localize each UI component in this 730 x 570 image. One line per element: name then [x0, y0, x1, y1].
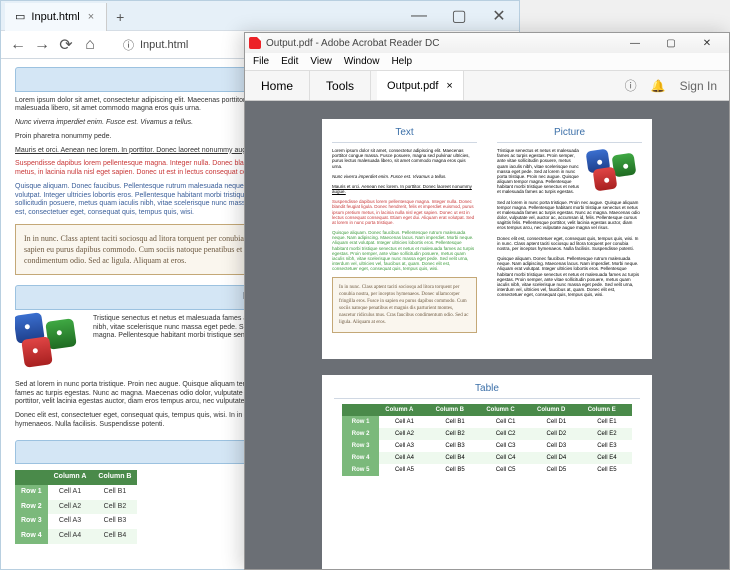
paragraph: Quisque aliquam. Donec faucibus. Pellent…	[497, 256, 642, 297]
pdf-table: Column AColumn BColumn CColumn DColumn E…	[342, 404, 632, 476]
forward-button[interactable]: →	[35, 38, 49, 52]
col-text: Text Lorem ipsum dolor sit amet, consect…	[322, 127, 487, 345]
paragraph: Donec elit est, consectetuer eget, conse…	[497, 236, 642, 252]
page-icon: ▭	[15, 10, 25, 23]
document-tab[interactable]: Output.pdf ×	[377, 71, 464, 100]
maximize-button[interactable]: ▢	[653, 33, 689, 53]
paragraph: Lorem ipsum dolor sit amet, consectetur …	[332, 148, 477, 169]
menu-file[interactable]: File	[253, 56, 269, 67]
minimize-button[interactable]: —	[617, 33, 653, 53]
paragraph: Nunc viverra imperdiet enim. Fusce est. …	[332, 174, 477, 179]
help-icon[interactable]: ⓘ	[625, 77, 637, 94]
pdf-header-text: Text	[332, 127, 477, 143]
pdf-icon	[249, 37, 261, 49]
pdf-header-picture: Picture	[497, 127, 642, 143]
pdf-page: Table Column AColumn BColumn CColumn DCo…	[322, 375, 652, 569]
new-tab-button[interactable]: +	[107, 3, 133, 31]
pdf-page: Text Lorem ipsum dolor sit amet, consect…	[322, 119, 652, 359]
tab-home[interactable]: Home	[245, 71, 310, 100]
close-button[interactable]: ✕	[689, 33, 725, 53]
menu-edit[interactable]: Edit	[281, 56, 298, 67]
tab-title: Input.html	[31, 11, 79, 23]
window-title: Output.pdf - Adobe Acrobat Reader DC	[266, 38, 439, 49]
acrobat-tabs: Home Tools Output.pdf × ⓘ 🔔 Sign In	[245, 71, 729, 101]
close-icon[interactable]: ×	[86, 11, 96, 23]
acrobat-window: Output.pdf - Adobe Acrobat Reader DC — ▢…	[244, 32, 730, 570]
browser-tab[interactable]: ▭ Input.html ×	[5, 3, 107, 31]
pdf-header-table: Table	[334, 383, 640, 399]
signin-button[interactable]: Sign In	[680, 79, 717, 93]
site-info-icon[interactable]: ⓘ	[123, 37, 134, 53]
address-bar[interactable]: ⓘ Input.html	[123, 37, 188, 53]
url-text: Input.html	[140, 39, 188, 51]
paragraph: Mauris et orci. Aenean nec lorem. In por…	[332, 184, 477, 194]
doc-tab-label: Output.pdf	[387, 80, 438, 92]
close-button[interactable]: ✕	[479, 1, 519, 31]
close-icon[interactable]: ×	[446, 80, 452, 92]
cursive-block: In in nunc. Class aptent taciti sociosqu…	[332, 277, 477, 333]
bell-icon[interactable]: 🔔	[651, 79, 666, 93]
back-button[interactable]: ←	[11, 38, 25, 52]
acrobat-menubar: File Edit View Window Help	[245, 53, 729, 71]
paragraph: Sed at lorem in nunc porta tristique. Pr…	[497, 200, 642, 231]
data-table: Column AColumn B Row 1Cell A1Cell B1 Row…	[15, 470, 137, 544]
refresh-button[interactable]: ⟳	[59, 38, 73, 52]
paragraph: Suspendisse dapibus lorem pellentesque m…	[332, 199, 477, 225]
paragraph: Quisque aliquam. Donec faucibus. Pellent…	[332, 230, 477, 271]
dice-image	[15, 314, 85, 372]
browser-titlebar: ▭ Input.html × + — ▢ ✕	[1, 1, 519, 31]
menu-window[interactable]: Window	[344, 56, 380, 67]
maximize-button[interactable]: ▢	[439, 1, 479, 31]
menu-help[interactable]: Help	[391, 56, 412, 67]
tab-tools[interactable]: Tools	[310, 71, 371, 100]
acrobat-titlebar: Output.pdf - Adobe Acrobat Reader DC — ▢…	[245, 33, 729, 53]
menu-view[interactable]: View	[310, 56, 332, 67]
home-button[interactable]: ⌂	[83, 38, 97, 52]
col-picture: Picture Tristique senectus et netus et m…	[487, 127, 652, 345]
minimize-button[interactable]: —	[399, 1, 439, 31]
dice-image	[587, 150, 642, 194]
pdf-canvas[interactable]: Text Lorem ipsum dolor sit amet, consect…	[245, 101, 729, 569]
